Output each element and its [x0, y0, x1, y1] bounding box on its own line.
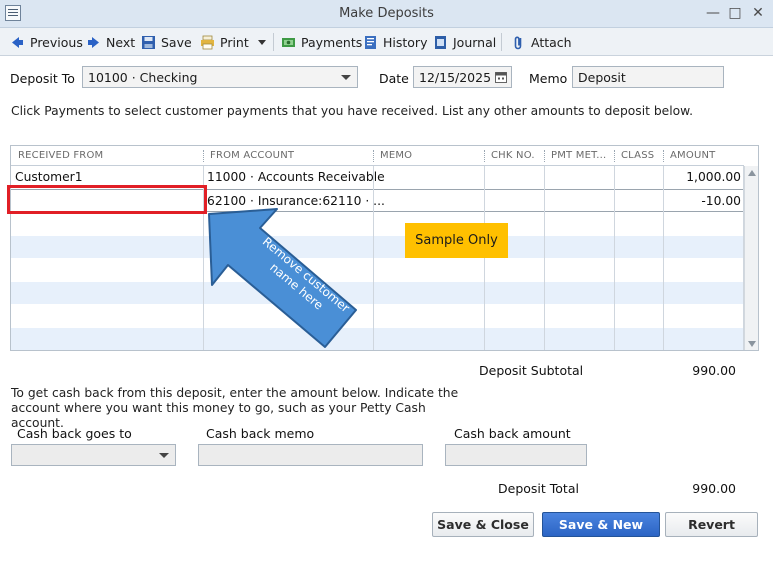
column-pmt-method[interactable]: PMT MET... — [551, 150, 606, 161]
cash-back-goes-to-label: Cash back goes to — [17, 426, 132, 441]
received-from-cell[interactable]: Customer1 — [15, 170, 83, 184]
highlight-box — [7, 185, 207, 214]
save-new-button[interactable]: Save & New — [542, 512, 660, 537]
deposit-to-label: Deposit To — [10, 71, 75, 86]
deposit-total-value: 990.00 — [692, 481, 736, 496]
close-icon[interactable]: ✕ — [748, 4, 768, 22]
grid-line — [484, 166, 485, 350]
maximize-icon[interactable]: □ — [725, 4, 745, 22]
chevron-down-icon — [341, 75, 351, 80]
cash-back-amount-label: Cash back amount — [454, 426, 571, 441]
previous-arrow-icon — [12, 36, 23, 48]
history-book-icon — [365, 35, 376, 49]
table-row[interactable] — [11, 213, 744, 236]
instruction-text: Click Payments to select customer paymen… — [11, 104, 693, 118]
save-close-button[interactable]: Save & Close — [432, 512, 534, 537]
grid-scrollbar[interactable] — [744, 166, 758, 350]
table-row[interactable] — [11, 282, 744, 305]
printer-icon — [201, 35, 214, 49]
column-divider[interactable] — [373, 150, 374, 162]
attach-button[interactable]: Attach — [511, 32, 572, 52]
deposit-total-label: Deposit Total — [498, 481, 579, 496]
table-row[interactable] — [11, 305, 744, 328]
chevron-down-icon — [159, 453, 169, 458]
save-label: Save — [161, 34, 192, 50]
cash-back-memo-input[interactable] — [198, 444, 423, 466]
revert-button[interactable]: Revert — [665, 512, 758, 537]
table-row[interactable] — [11, 236, 744, 259]
toolbar: Previous Next Save Print Payments Histor… — [0, 28, 773, 56]
scroll-down-icon[interactable] — [748, 341, 756, 347]
print-dropdown-button[interactable] — [258, 32, 266, 52]
title-bar: Make Deposits — □ ✕ — [0, 0, 773, 28]
grid-line — [663, 166, 664, 350]
journal-label: Journal — [453, 34, 497, 50]
cash-back-memo-label: Cash back memo — [206, 426, 315, 441]
column-divider[interactable] — [614, 150, 615, 162]
column-chk-no[interactable]: CHK NO. — [491, 150, 535, 161]
scroll-up-icon[interactable] — [748, 170, 756, 176]
column-amount[interactable]: AMOUNT — [670, 150, 715, 161]
next-button[interactable]: Next — [86, 32, 135, 52]
attach-label: Attach — [531, 34, 572, 50]
cash-back-amount-input[interactable] — [445, 444, 587, 466]
grid-line — [614, 166, 615, 350]
column-received-from[interactable]: RECEIVED FROM — [18, 150, 103, 161]
grid-line — [373, 166, 374, 350]
deposit-to-value: 10100 · Checking — [88, 70, 198, 85]
paperclip-icon — [514, 36, 522, 49]
next-arrow-icon — [88, 36, 99, 48]
cash-back-account-dropdown[interactable] — [11, 444, 176, 466]
memo-value: Deposit — [578, 70, 626, 85]
print-button[interactable]: Print — [200, 32, 249, 52]
payments-label: Payments — [301, 34, 363, 50]
toolbar-divider — [273, 33, 274, 51]
from-account-cell[interactable]: 62100 · Insurance:62110 · ... — [207, 194, 385, 208]
date-value: 12/15/2025 — [419, 70, 492, 85]
grid-header: RECEIVED FROM FROM ACCOUNT MEMO CHK NO. … — [11, 146, 744, 166]
calendar-icon[interactable] — [495, 71, 507, 83]
column-divider[interactable] — [484, 150, 485, 162]
memo-input[interactable]: Deposit — [572, 66, 724, 88]
date-field[interactable]: 12/15/2025 — [413, 66, 512, 88]
previous-label: Previous — [30, 34, 83, 50]
payments-icon — [282, 37, 295, 47]
grid-line — [544, 166, 545, 350]
column-divider[interactable] — [663, 150, 664, 162]
journal-button[interactable]: Journal — [433, 32, 496, 52]
deposit-subtotal-value: 990.00 — [692, 363, 736, 378]
window-title: Make Deposits — [339, 6, 434, 21]
sample-only-label: Sample Only — [405, 223, 508, 258]
save-button[interactable]: Save — [141, 32, 192, 52]
from-account-cell[interactable]: 11000 · Accounts Receivable — [207, 170, 385, 184]
minimize-icon[interactable]: — — [703, 4, 723, 22]
date-label: Date — [379, 71, 409, 86]
deposit-grid: RECEIVED FROM FROM ACCOUNT MEMO CHK NO. … — [10, 145, 759, 351]
floppy-disk-icon — [142, 35, 155, 49]
toolbar-divider — [501, 33, 502, 51]
column-divider[interactable] — [544, 150, 545, 162]
column-class[interactable]: CLASS — [621, 150, 654, 161]
next-label: Next — [106, 34, 136, 50]
chevron-down-icon — [258, 39, 266, 45]
amount-cell[interactable]: 1,000.00 — [666, 170, 741, 184]
payments-button[interactable]: Payments — [281, 32, 362, 52]
cash-back-note: To get cash back from this deposit, ente… — [11, 386, 459, 430]
column-from-account[interactable]: FROM ACCOUNT — [210, 150, 294, 161]
table-row[interactable] — [11, 328, 744, 350]
deposit-to-dropdown[interactable]: 10100 · Checking — [82, 66, 358, 88]
previous-button[interactable]: Previous — [10, 32, 83, 52]
deposit-subtotal-label: Deposit Subtotal — [479, 363, 584, 378]
amount-cell[interactable]: -10.00 — [666, 194, 741, 208]
journal-icon — [435, 35, 446, 49]
column-memo[interactable]: MEMO — [380, 150, 412, 161]
column-divider[interactable] — [203, 150, 204, 162]
table-row[interactable] — [11, 259, 744, 282]
history-label: History — [383, 34, 428, 50]
memo-label: Memo — [529, 71, 568, 86]
print-label: Print — [220, 34, 249, 50]
history-button[interactable]: History — [363, 32, 427, 52]
